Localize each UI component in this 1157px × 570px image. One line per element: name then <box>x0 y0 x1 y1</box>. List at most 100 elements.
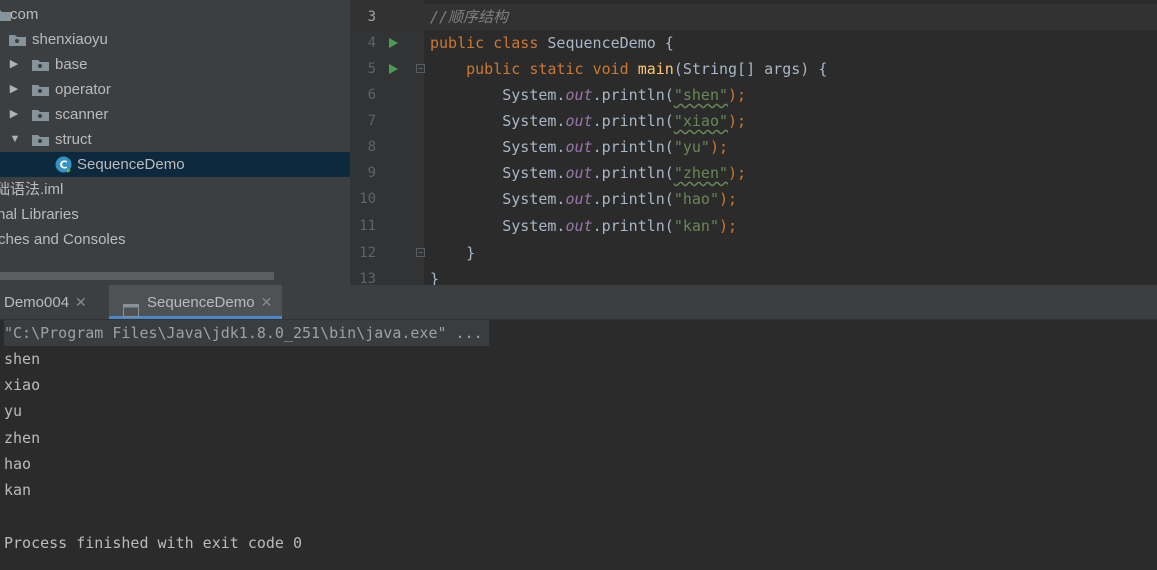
code-line[interactable]: 9 System.out.println("zhen"); <box>350 160 1157 186</box>
close-icon[interactable]: ✕ <box>261 294 273 310</box>
code-token: .println( <box>592 86 674 104</box>
console-command-line[interactable]: "C:\Program Files\Java\jdk1.8.0_251\bin\… <box>4 320 489 346</box>
tree-item-external-libraries[interactable]: nal Libraries <box>0 202 350 227</box>
code-token: ); <box>728 164 747 182</box>
run-config-icon <box>123 296 139 317</box>
code-text: System.out.println("xiao"); <box>430 108 746 134</box>
code-token: } <box>430 270 440 285</box>
tab-sequencedemo[interactable]: SequenceDemo ✕ <box>109 285 283 319</box>
code-text: } <box>430 266 439 285</box>
package-folder-icon <box>32 84 49 96</box>
tab-label: Demo004 <box>4 294 70 311</box>
code-token: System. <box>502 217 566 235</box>
string-literal: "yu" <box>673 138 710 156</box>
code-token: System. <box>502 86 566 104</box>
tree-item-label: struct <box>55 131 92 148</box>
chevron-right-icon[interactable]: ▶ <box>7 102 21 127</box>
line-number: 13 <box>359 271 376 285</box>
line-number: 3 <box>367 9 376 25</box>
method-name: main <box>637 60 674 78</box>
console-output-line: hao <box>4 455 32 473</box>
tree-item-label: shenxiaoyu <box>32 31 108 48</box>
close-icon[interactable]: ✕ <box>75 294 87 310</box>
code-line[interactable]: 3 //顺序结构 <box>350 4 1157 30</box>
code-line[interactable]: 13 } <box>350 266 1157 285</box>
code-token: ); <box>728 86 747 104</box>
code-token: System. <box>502 190 566 208</box>
run-console[interactable]: "C:\Program Files\Java\jdk1.8.0_251\bin\… <box>0 320 1157 570</box>
line-number: 12 <box>359 245 376 261</box>
code-text: System.out.println("yu"); <box>430 134 728 160</box>
code-line[interactable]: 6 System.out.println("shen"); <box>350 82 1157 108</box>
run-gutter-icon[interactable] <box>389 64 398 74</box>
line-number: 9 <box>367 165 376 181</box>
tree-item-shenxiaoyu[interactable]: shenxiaoyu <box>0 27 350 52</box>
code-line[interactable]: 10 System.out.println("hao"); <box>350 186 1157 212</box>
chevron-down-icon[interactable]: ▼ <box>8 127 22 152</box>
keyword: void <box>592 60 629 78</box>
tree-item-label: ches and Consoles <box>0 231 126 248</box>
fold-marker-icon[interactable] <box>416 64 425 73</box>
line-number: 8 <box>367 139 376 155</box>
code-line[interactable]: 12 } <box>350 240 1157 266</box>
tree-item-label: SequenceDemo <box>77 156 185 173</box>
code-text: public class SequenceDemo { <box>430 30 674 56</box>
code-text: System.out.println("hao"); <box>430 186 737 212</box>
console-output-line: kan <box>4 481 32 499</box>
code-token: .println( <box>592 112 674 130</box>
tree-item-sequencedemo[interactable]: C SequenceDemo <box>0 152 350 177</box>
code-token: ); <box>719 190 738 208</box>
tree-item-label: 础语法.iml <box>0 181 64 198</box>
field: out <box>565 164 593 182</box>
code-text: } <box>430 240 475 266</box>
console-output-line: xiao <box>4 376 41 394</box>
code-token: .println( <box>592 138 674 156</box>
console-output-line: yu <box>4 402 23 420</box>
tree-item-base[interactable]: ▶ base <box>0 52 350 77</box>
chevron-right-icon[interactable]: ▶ <box>7 52 21 77</box>
code-token: .println( <box>592 164 674 182</box>
tree-item-iml-file[interactable]: 础语法.iml <box>0 177 350 202</box>
package-folder-icon <box>32 109 49 121</box>
project-tool-window: com shenxiaoyu ▶ base ▶ operator ▶ scann… <box>0 0 350 285</box>
tree-item-com[interactable]: com <box>0 2 350 27</box>
params: (String[] args) { <box>673 60 828 78</box>
tree-item-label: base <box>55 56 88 73</box>
svg-text:C: C <box>59 159 67 172</box>
field: out <box>565 86 593 104</box>
tab-label: SequenceDemo <box>147 294 255 311</box>
code-line[interactable]: 8 System.out.println("yu"); <box>350 134 1157 160</box>
code-token: ); <box>728 112 747 130</box>
comment: //顺序结构 <box>430 8 509 26</box>
code-line[interactable]: 11 System.out.println("kan"); <box>350 213 1157 239</box>
class-name: SequenceDemo { <box>547 34 674 52</box>
code-line[interactable]: 7 System.out.println("xiao"); <box>350 108 1157 134</box>
field: out <box>565 190 593 208</box>
line-number: 7 <box>367 113 376 129</box>
chevron-right-icon[interactable]: ▶ <box>7 77 21 102</box>
field: out <box>565 217 593 235</box>
tree-item-scratches-consoles[interactable]: ches and Consoles <box>0 227 350 252</box>
fold-marker-icon[interactable] <box>416 248 425 257</box>
string-literal: "xiao" <box>673 112 729 130</box>
tree-item-operator[interactable]: ▶ operator <box>0 77 350 102</box>
line-number: 4 <box>367 35 376 51</box>
code-text: System.out.println("shen"); <box>430 82 746 108</box>
code-line[interactable]: 4 public class SequenceDemo { <box>350 30 1157 56</box>
field: out <box>565 112 593 130</box>
code-editor[interactable]: 3 //顺序结构 4 public class SequenceDemo { 5… <box>350 0 1157 285</box>
tab-demo004[interactable]: Demo004 ✕ <box>4 285 87 319</box>
run-gutter-icon[interactable] <box>389 38 398 48</box>
tree-item-struct[interactable]: ▼ struct <box>0 127 350 152</box>
code-token: System. <box>502 164 566 182</box>
code-token: } <box>466 244 476 262</box>
tree-item-label: scanner <box>55 106 109 123</box>
horizontal-scrollbar[interactable] <box>0 272 274 280</box>
tree-item-label: com <box>10 6 39 23</box>
line-number: 10 <box>359 191 376 207</box>
console-output-line: zhen <box>4 429 41 447</box>
code-line[interactable]: 5 public static void main(String[] args)… <box>350 56 1157 82</box>
package-folder-icon <box>32 59 49 71</box>
tree-item-scanner[interactable]: ▶ scanner <box>0 102 350 127</box>
line-number: 6 <box>367 87 376 103</box>
